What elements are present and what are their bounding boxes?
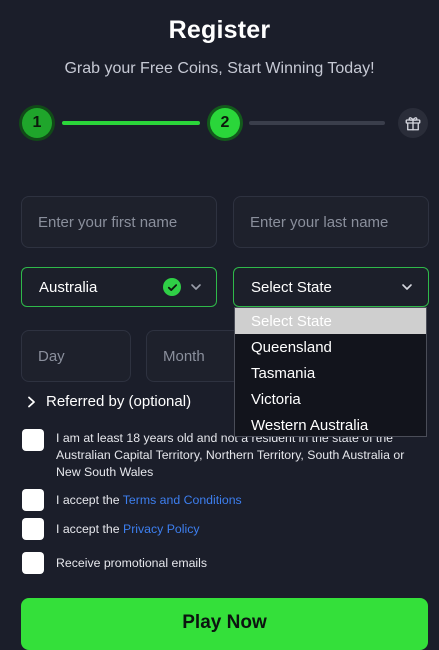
step-2-indicator: 2 xyxy=(210,108,240,138)
terms-link[interactable]: Terms and Conditions xyxy=(123,493,242,507)
privacy-checkbox[interactable] xyxy=(22,518,44,540)
last-name-input[interactable]: Enter your last name xyxy=(233,196,429,248)
referred-by-label: Referred by (optional) xyxy=(46,393,192,410)
privacy-link[interactable]: Privacy Policy xyxy=(123,522,200,536)
promo-emails-label: Receive promotional emails xyxy=(56,556,208,570)
state-select-value: Select State xyxy=(251,278,332,296)
state-option[interactable]: Tasmania xyxy=(235,360,426,386)
first-name-input[interactable]: Enter your first name xyxy=(21,196,217,248)
state-dropdown-menu: Select State Queensland Tasmania Victori… xyxy=(234,307,427,437)
state-option[interactable]: Western Australia xyxy=(235,412,426,438)
country-select-value: Australia xyxy=(39,278,98,296)
step-progress-bar-completed xyxy=(62,121,200,125)
terms-checkbox[interactable] xyxy=(22,489,44,511)
page-title: Register xyxy=(168,16,271,44)
step-progress-bar-pending xyxy=(249,121,385,125)
play-now-button[interactable]: Play Now xyxy=(21,598,428,650)
country-select[interactable]: Australia xyxy=(21,267,217,307)
chevron-right-icon xyxy=(28,396,35,407)
age-confirmation-checkbox[interactable] xyxy=(22,429,44,451)
page-subtitle: Grab your Free Coins, Start Winning Toda… xyxy=(64,60,375,77)
gift-icon xyxy=(398,108,428,138)
terms-label: I accept the Terms and Conditions xyxy=(56,493,242,507)
birth-day-input[interactable]: Day xyxy=(21,330,131,382)
promo-emails-checkbox[interactable] xyxy=(22,552,44,574)
step-1-indicator: 1 xyxy=(22,108,52,138)
privacy-label: I accept the Privacy Policy xyxy=(56,522,200,536)
chevron-down-icon xyxy=(189,280,203,299)
check-circle-icon xyxy=(163,278,181,296)
state-option[interactable]: Victoria xyxy=(235,386,426,412)
state-option[interactable]: Select State xyxy=(235,308,426,334)
chevron-down-icon xyxy=(400,280,414,299)
state-option[interactable]: Queensland xyxy=(235,334,426,360)
referred-by-toggle[interactable]: Referred by (optional) xyxy=(27,393,191,410)
